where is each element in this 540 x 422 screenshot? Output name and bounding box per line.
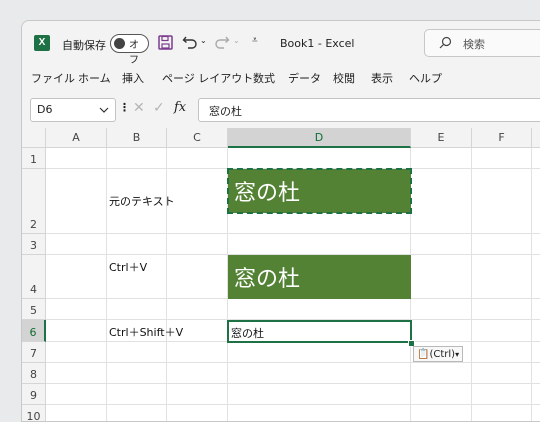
column-header-e[interactable]: E: [411, 128, 472, 148]
toggle-knob: [114, 38, 125, 49]
menu-home[interactable]: ホーム: [78, 70, 111, 86]
gridline: [46, 383, 540, 384]
gridline: [46, 233, 540, 234]
formula-input[interactable]: 窓の杜: [198, 98, 540, 122]
save-icon[interactable]: [158, 35, 173, 54]
row-header-10[interactable]: 10: [22, 405, 46, 421]
excel-app-icon: X: [34, 35, 50, 51]
cell-b6[interactable]: Ctrl＋Shift＋V: [109, 324, 183, 340]
autosave-label: 自動保存: [62, 39, 106, 52]
redo-dropdown-icon[interactable]: ⌄: [233, 36, 240, 45]
gridline: [106, 148, 107, 421]
menu-insert[interactable]: 挿入: [122, 70, 144, 86]
customize-toolbar-icon[interactable]: ⩡: [252, 35, 258, 46]
gridline: [46, 362, 540, 363]
menu-view[interactable]: 表示: [371, 70, 393, 86]
autosave-toggle[interactable]: オフ: [110, 34, 149, 66]
row-header-8[interactable]: 8: [22, 363, 46, 384]
menu-page-layout[interactable]: ページ レイアウト: [162, 70, 253, 86]
undo-dropdown-icon[interactable]: ⌄: [200, 36, 207, 45]
row-header-3[interactable]: 3: [22, 234, 46, 255]
cell-d2[interactable]: 窓の杜: [227, 168, 412, 214]
menu-help[interactable]: ヘルプ: [409, 70, 442, 86]
search-box[interactable]: 検索: [424, 29, 540, 57]
document-title: Book1 - Excel: [280, 37, 355, 50]
active-cell-d6[interactable]: 窓の杜: [227, 320, 412, 343]
column-header-c[interactable]: C: [167, 128, 228, 148]
column-header-a[interactable]: A: [46, 128, 107, 148]
chevron-down-icon: ▾: [455, 350, 460, 359]
gridline: [471, 148, 472, 421]
menu-formulas[interactable]: 数式: [253, 70, 275, 86]
row-header-4[interactable]: 4: [22, 255, 46, 299]
row-header-9[interactable]: 9: [22, 384, 46, 405]
search-icon: [439, 36, 452, 49]
select-all-corner[interactable]: [22, 128, 46, 148]
name-box-value: D6: [37, 103, 53, 116]
enter-icon[interactable]: ✓: [153, 100, 165, 116]
menu-review[interactable]: 校閲: [333, 70, 355, 86]
cell-b2[interactable]: 元のテキスト: [109, 193, 175, 209]
chevron-down-icon: [99, 107, 109, 113]
redo-icon[interactable]: [214, 34, 230, 54]
search-placeholder: 検索: [463, 38, 485, 51]
cancel-icon[interactable]: ✕: [133, 100, 145, 116]
cell-d4[interactable]: 窓の杜: [228, 255, 411, 299]
undo-icon[interactable]: [182, 34, 198, 54]
gridline: [166, 148, 167, 421]
menu-file[interactable]: ファイル: [31, 70, 75, 86]
column-header-f[interactable]: F: [472, 128, 532, 148]
autosave-state: オフ: [129, 40, 139, 66]
column-header-b[interactable]: B: [107, 128, 167, 148]
name-box[interactable]: D6: [30, 98, 116, 122]
row-header-7[interactable]: 7: [22, 342, 46, 363]
excel-window: X 自動保存 オフ ⌄ ⌄ ⩡ Book1 - Excel 検索 ファイル ホー…: [21, 20, 540, 422]
row-header-1[interactable]: 1: [22, 148, 46, 169]
cell-b4[interactable]: Ctrl＋V: [109, 259, 147, 275]
paste-options-button[interactable]: 📋(Ctrl)▾: [413, 346, 464, 362]
cell-d6: 窓の杜: [231, 327, 264, 340]
column-header-d[interactable]: D: [228, 128, 411, 148]
menu-data[interactable]: データ: [288, 70, 321, 86]
column-header-g[interactable]: [532, 128, 540, 148]
gridline: [531, 148, 532, 421]
formula-content: 窓の杜: [209, 105, 242, 118]
row-header-6[interactable]: 6: [22, 320, 46, 342]
paste-options-label: (Ctrl): [429, 349, 456, 360]
clipboard-icon: 📋: [417, 349, 430, 360]
insert-function-icon[interactable]: fx: [174, 100, 186, 115]
row-header-5[interactable]: 5: [22, 299, 46, 320]
spreadsheet-grid[interactable]: A B C D E F 1 2 3 4 5 6 7 8 9 10 元のテキスト …: [22, 128, 540, 421]
row-header-2[interactable]: 2: [22, 169, 46, 234]
more-options-icon[interactable]: ⋮: [119, 101, 130, 114]
